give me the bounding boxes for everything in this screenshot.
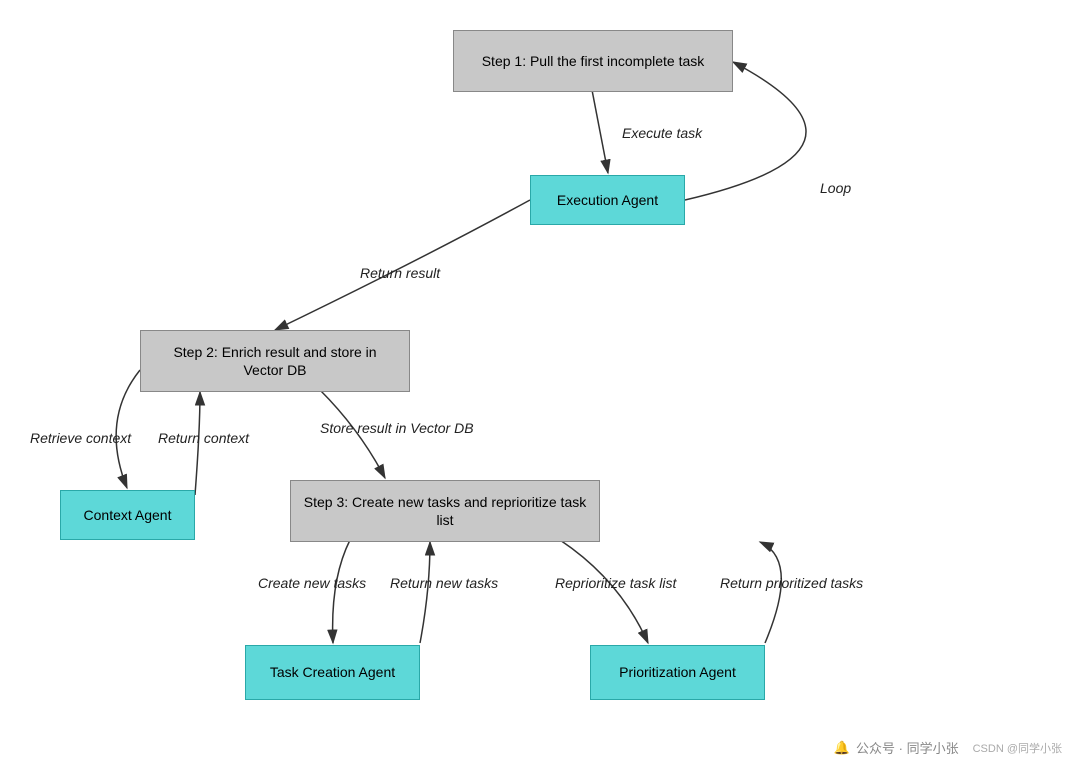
step1-node: Step 1: Pull the first incomplete task xyxy=(453,30,733,92)
step2-node: Step 2: Enrich result and store in Vecto… xyxy=(140,330,410,392)
return-result-label: Return result xyxy=(360,265,440,281)
execution-agent-label: Execution Agent xyxy=(557,191,658,209)
watermark-sub: CSDN @同学小张 xyxy=(973,740,1062,756)
diagram-container: Step 1: Pull the first incomplete task E… xyxy=(0,0,1080,765)
context-agent-node: Context Agent xyxy=(60,490,195,540)
execution-agent-node: Execution Agent xyxy=(530,175,685,225)
task-creation-agent-label: Task Creation Agent xyxy=(270,663,395,681)
return-context-label: Return context xyxy=(158,430,249,446)
prioritization-agent-node: Prioritization Agent xyxy=(590,645,765,700)
watermark-icon: 🔔 xyxy=(834,740,850,756)
retrieve-context-label: Retrieve context xyxy=(30,430,131,446)
context-agent-label: Context Agent xyxy=(84,506,172,524)
return-prioritized-label: Return prioritized tasks xyxy=(720,575,863,591)
execute-task-label: Execute task xyxy=(622,125,702,141)
step3-label: Step 3: Create new tasks and reprioritiz… xyxy=(303,493,587,529)
step1-label: Step 1: Pull the first incomplete task xyxy=(482,52,705,70)
task-creation-agent-node: Task Creation Agent xyxy=(245,645,420,700)
loop-label: Loop xyxy=(820,180,851,196)
step2-label: Step 2: Enrich result and store in Vecto… xyxy=(153,343,397,379)
store-result-label: Store result in Vector DB xyxy=(320,420,474,436)
reprioritize-label: Reprioritize task list xyxy=(555,575,676,591)
prioritization-agent-label: Prioritization Agent xyxy=(619,663,736,681)
return-new-tasks-label: Return new tasks xyxy=(390,575,498,591)
watermark: 🔔 公众号 · 同学小张 CSDN @同学小张 xyxy=(834,738,1062,757)
watermark-text: 公众号 · 同学小张 xyxy=(856,738,959,757)
create-new-tasks-label: Create new tasks xyxy=(258,575,366,591)
step3-node: Step 3: Create new tasks and reprioritiz… xyxy=(290,480,600,542)
